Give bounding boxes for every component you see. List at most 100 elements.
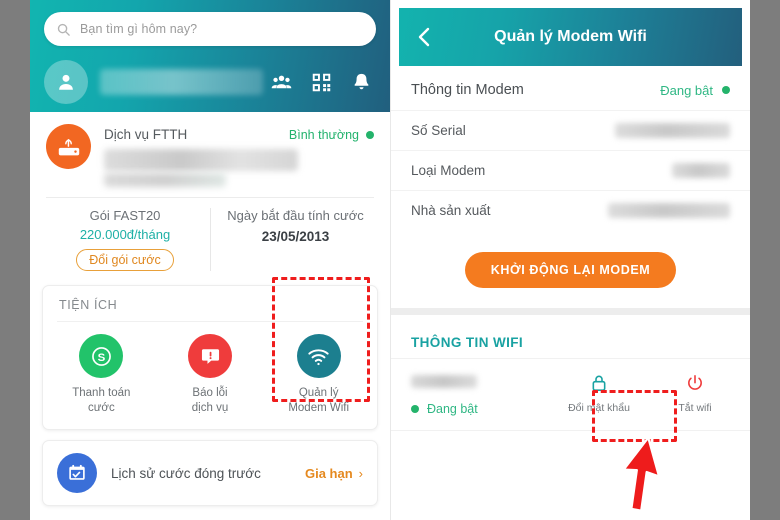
label-line2: dịch vụ — [191, 401, 229, 414]
modem-info-header: Thông tin Modem Đang bật — [391, 66, 750, 110]
modem-status-label: Đang bật — [660, 82, 713, 98]
user-row — [44, 60, 376, 104]
router-glyph — [58, 138, 79, 155]
label-line2: cước — [87, 401, 115, 414]
chevron-right-icon: › — [358, 465, 363, 481]
restart-modem-button[interactable]: KHỞI ĐỘNG LẠI MODEM — [464, 252, 677, 288]
label-line1: Quản lý — [298, 387, 339, 399]
avatar[interactable] — [44, 60, 88, 104]
modem-row-manufacturer-value-redacted — [608, 203, 730, 218]
router-icon — [46, 124, 91, 169]
service-body: Dịch vụ FTTH Bình thường — [104, 124, 374, 187]
prepaid-history-card[interactable]: Lịch sử cước đóng trước Gia hạn › — [42, 440, 378, 507]
modem-row-manufacturer-label: Nhà sản xuất — [411, 203, 491, 218]
utilities-tiles: S Thanh toán cước Báo lỗi dịch vụ Quản l… — [43, 322, 377, 429]
turn-off-wifi-label: Tắt wifi — [678, 402, 712, 414]
service-block: Dịch vụ FTTH Bình thường — [30, 112, 390, 187]
person-icon — [59, 74, 73, 90]
renew-label: Gia hạn — [304, 465, 353, 481]
back-arrow-icon[interactable] — [413, 25, 437, 49]
money-icon: S — [79, 334, 124, 378]
change-password-label: Đổi mật khẩu — [568, 402, 630, 414]
status-dot — [366, 130, 374, 139]
calendar-check-glyph — [69, 465, 85, 481]
section-separator — [391, 308, 750, 315]
report-error-glyph — [201, 348, 219, 364]
utility-tile-report-error-label: Báo lỗi dịch vụ — [156, 386, 265, 415]
search-bar[interactable]: Bạn tìm gì hôm nay? — [44, 12, 376, 46]
bell-icon[interactable] — [351, 72, 372, 93]
turn-off-wifi-action[interactable]: Tắt wifi — [658, 373, 732, 414]
page-title: Quản lý Modem Wifi — [494, 28, 647, 45]
plan-price: 220.000đ/tháng — [79, 227, 171, 242]
service-subtitle2-redacted — [104, 173, 226, 187]
money-glyph: S — [91, 346, 111, 366]
lock-icon — [592, 375, 606, 391]
utilities-title: TIỆN ÍCH — [59, 298, 118, 312]
wifi-row: Đang bật Đổi mật khẩu Tắt wifi — [391, 358, 750, 431]
utility-tile-wifi-management-label: Quản lý Modem Wifi — [264, 386, 373, 415]
service-status: Bình thường — [289, 128, 374, 142]
letterbox-bar-left — [0, 0, 30, 520]
billing-start-date: 23/05/2013 — [261, 229, 330, 244]
modem-status-dot — [722, 86, 730, 94]
wifi-identity: Đang bật — [411, 373, 478, 416]
service-title: Dịch vụ FTTH — [104, 127, 188, 142]
modem-page-header: Quản lý Modem Wifi — [399, 8, 742, 66]
calendar-check-icon — [57, 453, 97, 494]
modem-info-title: Thông tin Modem — [411, 82, 524, 98]
modem-row-type: Loại Modem — [391, 150, 750, 190]
modem-status: Đang bật — [660, 83, 730, 98]
app-header: Bạn tìm gì hôm nay? — [30, 0, 390, 112]
letterbox-bar-right — [750, 0, 780, 520]
power-icon — [688, 375, 702, 390]
modem-row-type-label: Loại Modem — [411, 163, 486, 178]
wifi-ssid-redacted — [411, 375, 477, 388]
modem-row-type-value-redacted — [672, 163, 730, 178]
restart-button-wrap: KHỞI ĐỘNG LẠI MODEM — [391, 230, 750, 308]
change-password-action[interactable]: Đổi mật khẩu — [562, 373, 636, 414]
plan-name: Gói FAST20 — [89, 208, 161, 223]
label-line1: Báo lỗi — [192, 387, 228, 399]
billing-start-label: Ngày bắt đầu tính cước — [227, 208, 364, 223]
wifi-info-header: THÔNG TIN WIFI — [391, 315, 750, 358]
renew-button[interactable]: Gia hạn › — [305, 466, 363, 481]
wifi-state-dot — [411, 405, 419, 413]
prepaid-history-label: Lịch sử cước đóng trước — [111, 465, 261, 481]
wifi-icon — [296, 334, 341, 378]
label-line1: Thanh toán — [72, 387, 131, 399]
utility-tile-payment-label: Thanh toán cước — [47, 386, 156, 415]
service-status-label: Bình thường — [288, 127, 359, 142]
wifi-state: Đang bật — [411, 402, 478, 416]
qr-code-icon[interactable] — [311, 72, 332, 93]
svg-text:S: S — [98, 351, 106, 363]
home-screen-panel: Bạn tìm gì hôm nay? Dịch vụ FTTH Bình th… — [30, 0, 390, 520]
service-subtitle-redacted — [104, 149, 299, 171]
plan-col-right: Ngày bắt đầu tính cước 23/05/2013 — [210, 208, 380, 271]
wifi-action-group: Đổi mật khẩu Tắt wifi — [562, 373, 732, 414]
modem-row-serial: Số Serial — [391, 110, 750, 150]
header-icon-group — [271, 72, 372, 93]
change-plan-button[interactable]: Đổi gói cước — [76, 249, 174, 271]
utilities-card: TIỆN ÍCH S Thanh toán cước Báo lỗi dịch … — [42, 285, 378, 431]
plan-row: Gói FAST20 220.000đ/tháng Đổi gói cước N… — [30, 208, 390, 271]
modem-row-serial-label: Số Serial — [411, 123, 466, 138]
wifi-info-title: THÔNG TIN WIFI — [411, 335, 524, 350]
service-top-row: Dịch vụ FTTH Bình thường — [104, 127, 374, 142]
utility-tile-report-error[interactable]: Báo lỗi dịch vụ — [156, 334, 265, 415]
report-error-icon — [188, 334, 232, 378]
friends-icon[interactable] — [271, 72, 292, 93]
plan-col-left: Gói FAST20 220.000đ/tháng Đổi gói cước — [40, 208, 210, 271]
divider — [46, 197, 374, 198]
utility-tile-payment[interactable]: S Thanh toán cước — [47, 334, 156, 415]
modem-row-serial-value-redacted — [615, 123, 730, 138]
wifi-state-label: Đang bật — [427, 402, 478, 416]
utility-tile-wifi-management[interactable]: Quản lý Modem Wifi — [264, 334, 373, 415]
wifi-glyph — [308, 348, 329, 365]
search-input-placeholder: Bạn tìm gì hôm nay? — [80, 22, 198, 36]
screenshot-stage: Bạn tìm gì hôm nay? Dịch vụ FTTH Bình th… — [0, 0, 780, 520]
username-redacted — [100, 69, 263, 95]
modem-management-panel: Quản lý Modem Wifi Thông tin Modem Đang … — [390, 0, 750, 520]
modem-row-manufacturer: Nhà sản xuất — [391, 190, 750, 230]
search-icon — [57, 23, 70, 36]
